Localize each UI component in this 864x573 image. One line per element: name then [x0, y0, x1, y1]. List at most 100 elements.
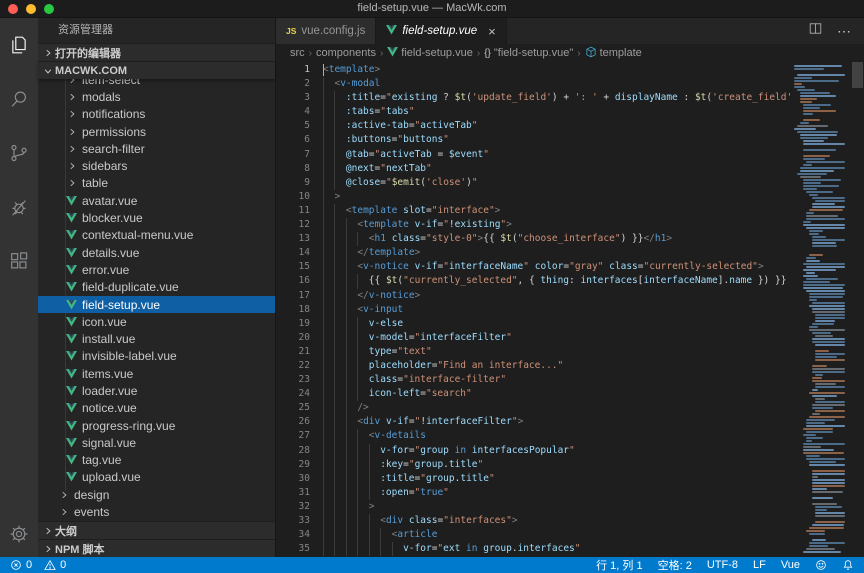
code-line[interactable]: 26 <div v-if="!interfaceFilter">	[276, 415, 791, 429]
code-line[interactable]: 28 v-for="group in interfacesPopular"	[276, 444, 791, 458]
open-editors-label: 打开的编辑器	[55, 45, 121, 61]
tree-folder-modals[interactable]: modals	[38, 88, 275, 105]
code-line[interactable]: 14 </template>	[276, 246, 791, 260]
tree-file-field-setup.vue[interactable]: field-setup.vue	[38, 296, 275, 313]
code-line[interactable]: 15 <v-notice v-if="interfaceName" color=…	[276, 260, 791, 274]
code-line[interactable]: 22 placeholder="Find an interface..."	[276, 359, 791, 373]
close-window-button[interactable]	[8, 4, 18, 14]
vue-file-icon	[64, 403, 79, 413]
code-line[interactable]: 1<template>	[276, 63, 791, 77]
text-cursor	[323, 64, 324, 76]
tree-file-details.vue[interactable]: details.vue	[38, 244, 275, 261]
outline-section[interactable]: 大纲	[38, 521, 275, 539]
tree-file-signal.vue[interactable]: signal.vue	[38, 434, 275, 451]
code-line[interactable]: 10 >	[276, 190, 791, 204]
code-line[interactable]: 3 :title="existing ? $t('update_field') …	[276, 91, 791, 105]
tree-file-items.vue[interactable]: items.vue	[38, 365, 275, 382]
minimap[interactable]	[791, 62, 851, 557]
code-text: <div v-if="!interfaceFilter">	[310, 415, 523, 429]
tab-vue-config-js[interactable]: JSvue.config.js	[276, 18, 376, 44]
breadcrumb-item-template[interactable]: template	[585, 46, 642, 61]
code-line[interactable]: 20 v-model="interfaceFilter"	[276, 331, 791, 345]
tree-file-progress-ring.vue[interactable]: progress-ring.vue	[38, 417, 275, 434]
code-line[interactable]: 11 <template slot="interface">	[276, 204, 791, 218]
code-line[interactable]: 25 />	[276, 401, 791, 415]
status-encoding[interactable]: UTF-8	[707, 559, 738, 571]
tree-file-blocker.vue[interactable]: blocker.vue	[38, 209, 275, 226]
notifications-bell-icon[interactable]	[842, 559, 854, 571]
tree-file-error.vue[interactable]: error.vue	[38, 261, 275, 278]
breadcrumb-item-components[interactable]: components	[316, 47, 376, 59]
code-line[interactable]: 21 type="text"	[276, 345, 791, 359]
status-cursor-position[interactable]: 行 1, 列 1	[596, 557, 642, 573]
tree-file-icon.vue[interactable]: icon.vue	[38, 313, 275, 330]
code-line[interactable]: 31 :open="true"	[276, 486, 791, 500]
code-line[interactable]: 4 :tabs="tabs"	[276, 105, 791, 119]
tree-folder-notifications[interactable]: notifications	[38, 106, 275, 123]
code-line[interactable]: 7 @tab="activeTab = $event"	[276, 148, 791, 162]
tree-item-label: item-select	[82, 79, 140, 87]
code-line[interactable]: 23 class="interface-filter"	[276, 373, 791, 387]
code-line[interactable]: 16 {{ $t("currently_selected", { thing: …	[276, 274, 791, 288]
settings-gear-icon[interactable]	[0, 511, 38, 557]
tree-folder-design[interactable]: design	[38, 486, 275, 503]
tree-file-avatar.vue[interactable]: avatar.vue	[38, 192, 275, 209]
tree-file-tag.vue[interactable]: tag.vue	[38, 452, 275, 469]
code-line[interactable]: 13 <h1 class="style-0">{{ $t("choose_int…	[276, 232, 791, 246]
code-line[interactable]: 24 icon-left="search"	[276, 387, 791, 401]
npm-scripts-section[interactable]: NPM 脚本	[38, 539, 275, 557]
breadcrumb-item-field-setup-vue[interactable]: field-setup.vue	[387, 47, 473, 60]
open-editors-section[interactable]: 打开的编辑器	[38, 43, 275, 61]
code-line[interactable]: 27 <v-details	[276, 429, 791, 443]
minimize-window-button[interactable]	[26, 4, 36, 14]
split-editor-icon[interactable]	[808, 21, 823, 41]
code-line[interactable]: 33 <div class="interfaces">	[276, 514, 791, 528]
tree-file-loader.vue[interactable]: loader.vue	[38, 382, 275, 399]
code-line[interactable]: 32 >	[276, 500, 791, 514]
status-language-mode[interactable]: Vue	[781, 559, 800, 571]
indent-guide	[323, 415, 324, 429]
tree-folder-table[interactable]: table	[38, 175, 275, 192]
tree-folder-item-select[interactable]: item-select	[38, 79, 275, 88]
code-line[interactable]: 18 <v-input	[276, 303, 791, 317]
tree-file-invisible-label.vue[interactable]: invisible-label.vue	[38, 348, 275, 365]
code-line[interactable]: 29 :key="group.title"	[276, 458, 791, 472]
search-icon[interactable]	[0, 72, 38, 126]
code-line[interactable]: 8 @next="nextTab"	[276, 162, 791, 176]
tree-folder-events[interactable]: events	[38, 503, 275, 520]
tree-folder-search-filter[interactable]: search-filter	[38, 140, 275, 157]
status-indentation[interactable]: 空格: 2	[658, 557, 692, 573]
run-debug-icon[interactable]	[0, 180, 38, 234]
tree-folder-permissions[interactable]: permissions	[38, 123, 275, 140]
extensions-icon[interactable]	[0, 234, 38, 288]
status-eol[interactable]: LF	[753, 559, 766, 571]
code-line[interactable]: 19 v-else	[276, 317, 791, 331]
feedback-smiley-icon[interactable]	[815, 559, 827, 571]
tree-file-upload.vue[interactable]: upload.vue	[38, 469, 275, 486]
tab-field-setup-vue[interactable]: field-setup.vue×	[376, 18, 506, 44]
tree-file-contextual-menu.vue[interactable]: contextual-menu.vue	[38, 227, 275, 244]
code-line[interactable]: 9 @close="$emit('close')"	[276, 176, 791, 190]
breadcrumb-item--field-setup-vue-[interactable]: {}"field-setup.vue"	[484, 47, 573, 59]
tree-file-field-duplicate.vue[interactable]: field-duplicate.vue	[38, 279, 275, 296]
code-line[interactable]: 17 </v-notice>	[276, 289, 791, 303]
workspace-root-section[interactable]: MACWK.COM	[38, 61, 275, 79]
code-line[interactable]: 34 <article	[276, 528, 791, 542]
problems-indicator[interactable]: 0 0	[10, 559, 66, 571]
scrollbar-thumb[interactable]	[852, 62, 863, 88]
more-actions-icon[interactable]: ⋯	[837, 23, 852, 40]
zoom-window-button[interactable]	[44, 4, 54, 14]
code-line[interactable]: 35 v-for="ext in group.interfaces"	[276, 542, 791, 556]
code-line[interactable]: 12 <template v-if="!existing">	[276, 218, 791, 232]
explorer-icon[interactable]	[0, 18, 38, 72]
tree-folder-sidebars[interactable]: sidebars	[38, 157, 275, 174]
code-line[interactable]: 30 :title="group.title"	[276, 472, 791, 486]
source-control-icon[interactable]	[0, 126, 38, 180]
code-line[interactable]: 6 :buttons="buttons"	[276, 133, 791, 147]
code-line[interactable]: 5 :active-tab="activeTab"	[276, 119, 791, 133]
breadcrumb-item-src[interactable]: src	[290, 47, 305, 59]
tree-file-install.vue[interactable]: install.vue	[38, 330, 275, 347]
tree-file-notice.vue[interactable]: notice.vue	[38, 400, 275, 417]
code-line[interactable]: 2 <v-modal	[276, 77, 791, 91]
close-icon[interactable]: ×	[488, 25, 496, 38]
